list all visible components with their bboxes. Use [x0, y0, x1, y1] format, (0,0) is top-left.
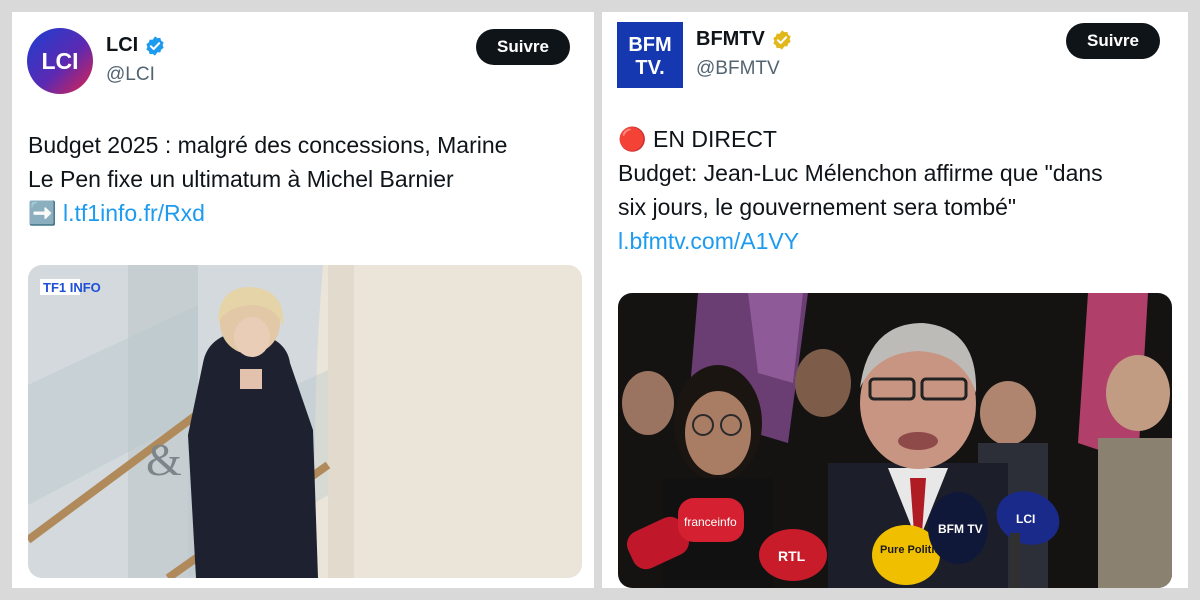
follow-button[interactable]: Suivre: [476, 29, 570, 65]
tweet-text-line: Budget 2025 : malgré des concessions, Ma…: [28, 132, 508, 158]
svg-text:&: &: [146, 434, 182, 485]
bfm-logo-text: TV.: [635, 57, 664, 79]
bfm-logo-text: BFM: [628, 34, 671, 56]
tweet-media-image[interactable]: franceinfo RTL Pure Politique BFM TV LCI: [618, 293, 1172, 588]
mic-label: BFM TV: [938, 522, 983, 536]
arrow-right-icon: ➡️: [28, 200, 57, 226]
mic-label: LCI: [1016, 512, 1035, 526]
author-handle: @LCI: [106, 64, 155, 85]
tweet-media-image[interactable]: & TF1 INFO: [28, 265, 582, 578]
tweet-text-line: Le Pen fixe un ultimatum à Michel Barnie…: [28, 166, 454, 192]
bfmtv-avatar[interactable]: BFM TV.: [617, 22, 683, 88]
tweet-text: Budget 2025 : malgré des concessions, Ma…: [28, 128, 507, 230]
live-label: EN DIRECT: [653, 126, 777, 152]
author-name[interactable]: BFMTV: [696, 28, 765, 51]
tweet-link[interactable]: l.tf1info.fr/Rxd: [63, 200, 205, 226]
tf1-watermark: TF1 INFO: [43, 280, 101, 295]
follow-button[interactable]: Suivre: [1066, 23, 1160, 59]
tweet-card-lci[interactable]: LCI LCI @LCI Suivre Budget 2025 : malgré…: [12, 12, 594, 588]
author-name[interactable]: LCI: [106, 34, 138, 57]
verified-badge-icon: [146, 35, 164, 56]
tweet-text-line: Budget: Jean-Luc Mélenchon affirme que "…: [618, 160, 1103, 186]
tweet-link[interactable]: l.bfmtv.com/A1VY: [618, 228, 799, 254]
lci-avatar[interactable]: LCI: [27, 28, 93, 94]
tweet-card-bfmtv[interactable]: BFM TV. BFMTV @BFMTV Suivre 🔴 EN DIRECT …: [602, 12, 1188, 588]
verified-badge-icon: [773, 29, 791, 50]
tweet-text: 🔴 EN DIRECT Budget: Jean-Luc Mélenchon a…: [618, 122, 1103, 258]
mic-label: RTL: [778, 548, 806, 564]
live-red-circle-icon: 🔴: [618, 126, 647, 152]
lci-logo-text: LCI: [41, 48, 78, 74]
mic-label: franceinfo: [684, 515, 737, 529]
author-handle: @BFMTV: [696, 58, 780, 79]
tweet-text-line: six jours, le gouvernement sera tombé": [618, 194, 1017, 220]
